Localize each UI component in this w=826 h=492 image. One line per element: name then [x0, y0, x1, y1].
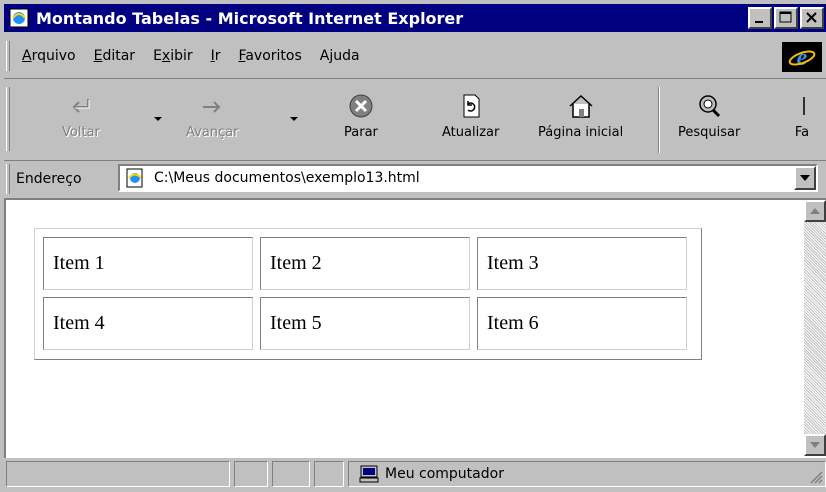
minimize-icon — [755, 21, 763, 23]
addressbar-grip[interactable] — [6, 163, 10, 194]
chevron-down-icon — [800, 175, 810, 181]
scroll-up-icon — [810, 208, 820, 214]
menu-favoritos[interactable]: Favoritos — [239, 48, 302, 64]
vertical-scrollbar[interactable] — [804, 200, 826, 456]
html-table: Item 1 Item 2 Item 3 Item 4 Item 5 Item … — [34, 228, 702, 360]
close-icon — [806, 12, 817, 23]
menu-exibir[interactable]: Exibir — [153, 48, 193, 64]
window-title: Montando Tabelas - Microsoft Internet Ex… — [36, 8, 464, 28]
search-button[interactable]: Pesquisar — [678, 93, 740, 140]
page-icon — [124, 167, 146, 189]
status-message-panel — [6, 461, 230, 487]
scroll-up-button[interactable] — [804, 200, 826, 222]
scroll-down-icon — [810, 442, 820, 448]
table-cell: Item 1 — [43, 237, 253, 290]
status-bar: Meu computador — [4, 458, 826, 492]
maximize-button[interactable] — [774, 7, 798, 29]
address-bar: Endereço C:\Meus documentos\exemplo13.ht… — [4, 160, 826, 196]
svg-text:e: e — [797, 45, 808, 70]
home-button[interactable]: Página inicial — [538, 93, 623, 140]
table-row: Item 1 Item 2 Item 3 — [43, 237, 687, 290]
page-content[interactable]: Item 1 Item 2 Item 3 Item 4 Item 5 Item … — [4, 198, 826, 458]
stop-icon — [349, 94, 373, 118]
address-dropdown-button[interactable] — [794, 166, 816, 190]
menu-ir[interactable]: Ir — [211, 48, 221, 64]
menubar-grip[interactable] — [6, 41, 10, 71]
table-cell: Item 6 — [477, 297, 687, 350]
address-input[interactable]: C:\Meus documentos\exemplo13.html — [118, 164, 818, 192]
table-cell: Item 3 — [477, 237, 687, 290]
status-panel — [272, 461, 310, 487]
toolbar-separator — [658, 87, 660, 153]
scroll-down-button[interactable] — [804, 434, 826, 456]
forward-arrow-icon — [203, 101, 221, 113]
menu-ajuda[interactable]: Ajuda — [320, 48, 360, 64]
search-icon — [699, 95, 721, 118]
forward-button[interactable]: Avançar — [186, 93, 239, 140]
maximize-icon — [779, 11, 792, 23]
back-dropdown-icon[interactable] — [154, 117, 162, 121]
security-zone-text: Meu computador — [385, 466, 504, 482]
minimize-button[interactable] — [748, 7, 772, 29]
favorites-icon — [803, 97, 805, 115]
back-arrow-icon — [72, 99, 90, 113]
ie-page-icon[interactable] — [8, 7, 30, 29]
refresh-icon — [463, 94, 480, 118]
browser-window: Montando Tabelas - Microsoft Internet Ex… — [0, 0, 826, 492]
toolbar-grip[interactable] — [6, 87, 10, 151]
back-button[interactable]: Voltar — [62, 93, 100, 140]
menu-arquivo-rest: rquivo — [31, 48, 76, 64]
resize-grip-icon[interactable] — [809, 470, 823, 484]
address-label: Endereço — [16, 170, 82, 187]
ie-throbber-icon: e — [782, 42, 822, 72]
standard-toolbar: Voltar Avançar Parar Atualizar Página in… — [4, 78, 826, 160]
status-zone-panel: Meu computador — [348, 461, 826, 487]
favorites-button[interactable]: Fa — [792, 93, 812, 140]
table-cell: Item 5 — [260, 297, 470, 350]
computer-icon — [359, 465, 379, 483]
table-row: Item 4 Item 5 Item 6 — [43, 297, 687, 350]
table-cell: Item 4 — [43, 297, 253, 350]
home-icon — [569, 94, 593, 118]
menu-editar[interactable]: Editar — [94, 48, 135, 64]
status-progress-panel — [234, 461, 268, 487]
refresh-button[interactable]: Atualizar — [442, 93, 499, 140]
forward-dropdown-icon[interactable] — [290, 117, 298, 121]
stop-button[interactable]: Parar — [344, 93, 378, 140]
address-value: C:\Meus documentos\exemplo13.html — [154, 170, 420, 186]
close-button[interactable] — [800, 7, 824, 29]
title-bar[interactable]: Montando Tabelas - Microsoft Internet Ex… — [4, 4, 826, 32]
table-cell: Item 2 — [260, 237, 470, 290]
menu-bar: Arquivo Editar Exibir Ir Favoritos Ajuda… — [4, 38, 826, 74]
items-table: Item 1 Item 2 Item 3 Item 4 Item 5 Item … — [36, 230, 694, 357]
status-panel — [314, 461, 344, 487]
menu-arquivo[interactable]: Arquivo — [22, 48, 76, 64]
